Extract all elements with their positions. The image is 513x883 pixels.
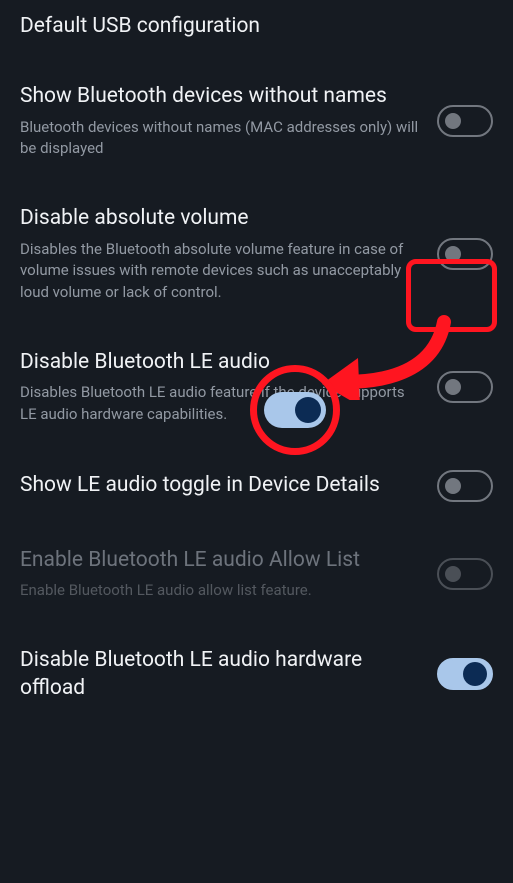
setting-title: Enable Bluetooth LE audio Allow List	[20, 546, 423, 574]
setting-enable-bt-le-allow-list: Enable Bluetooth LE audio Allow List Ena…	[20, 524, 493, 624]
setting-text: Enable Bluetooth LE audio Allow List Ena…	[20, 546, 423, 602]
setting-text: Default USB configuration	[20, 12, 493, 40]
setting-subtitle: Disables the Bluetooth absolute volume f…	[20, 239, 423, 304]
setting-title: Show Bluetooth devices without names	[20, 82, 423, 110]
setting-subtitle: Bluetooth devices without names (MAC add…	[20, 117, 423, 161]
setting-title: Disable Bluetooth LE audio hardware offl…	[20, 646, 423, 703]
setting-title: Disable absolute volume	[20, 204, 423, 232]
toggle-enable-bt-le-allow-list	[437, 558, 493, 590]
setting-text: Disable absolute volume Disables the Blu…	[20, 204, 423, 304]
setting-show-bt-no-names[interactable]: Show Bluetooth devices without names Blu…	[20, 60, 493, 182]
setting-title: Show LE audio toggle in Device Details	[20, 471, 423, 499]
setting-title: Disable Bluetooth LE audio	[20, 348, 423, 376]
setting-text: Show Bluetooth devices without names Blu…	[20, 82, 423, 160]
setting-text: Disable Bluetooth LE audio Disables Blue…	[20, 348, 423, 426]
setting-title: Default USB configuration	[20, 12, 493, 40]
setting-default-usb[interactable]: Default USB configuration	[20, 0, 493, 60]
setting-text: Disable Bluetooth LE audio hardware offl…	[20, 646, 423, 703]
toggle-show-bt-no-names[interactable]	[437, 105, 493, 137]
annotation-demo-toggle-on	[264, 392, 326, 428]
toggle-disable-absolute-volume[interactable]	[437, 238, 493, 270]
setting-disable-absolute-volume[interactable]: Disable absolute volume Disables the Blu…	[20, 182, 493, 326]
settings-list: Default USB configuration Show Bluetooth…	[0, 0, 513, 724]
setting-subtitle: Disables Bluetooth LE audio feature if t…	[20, 382, 423, 426]
toggle-show-le-audio-toggle[interactable]	[437, 470, 493, 502]
toggle-disable-bt-le-audio[interactable]	[437, 371, 493, 403]
setting-disable-bt-le-hw-offload[interactable]: Disable Bluetooth LE audio hardware offl…	[20, 624, 493, 725]
setting-subtitle: Enable Bluetooth LE audio allow list fea…	[20, 580, 423, 602]
setting-disable-bt-le-audio[interactable]: Disable Bluetooth LE audio Disables Blue…	[20, 326, 493, 448]
toggle-disable-bt-le-hw-offload[interactable]	[437, 658, 493, 690]
setting-text: Show LE audio toggle in Device Details	[20, 471, 423, 499]
setting-show-le-audio-toggle[interactable]: Show LE audio toggle in Device Details	[20, 448, 493, 524]
